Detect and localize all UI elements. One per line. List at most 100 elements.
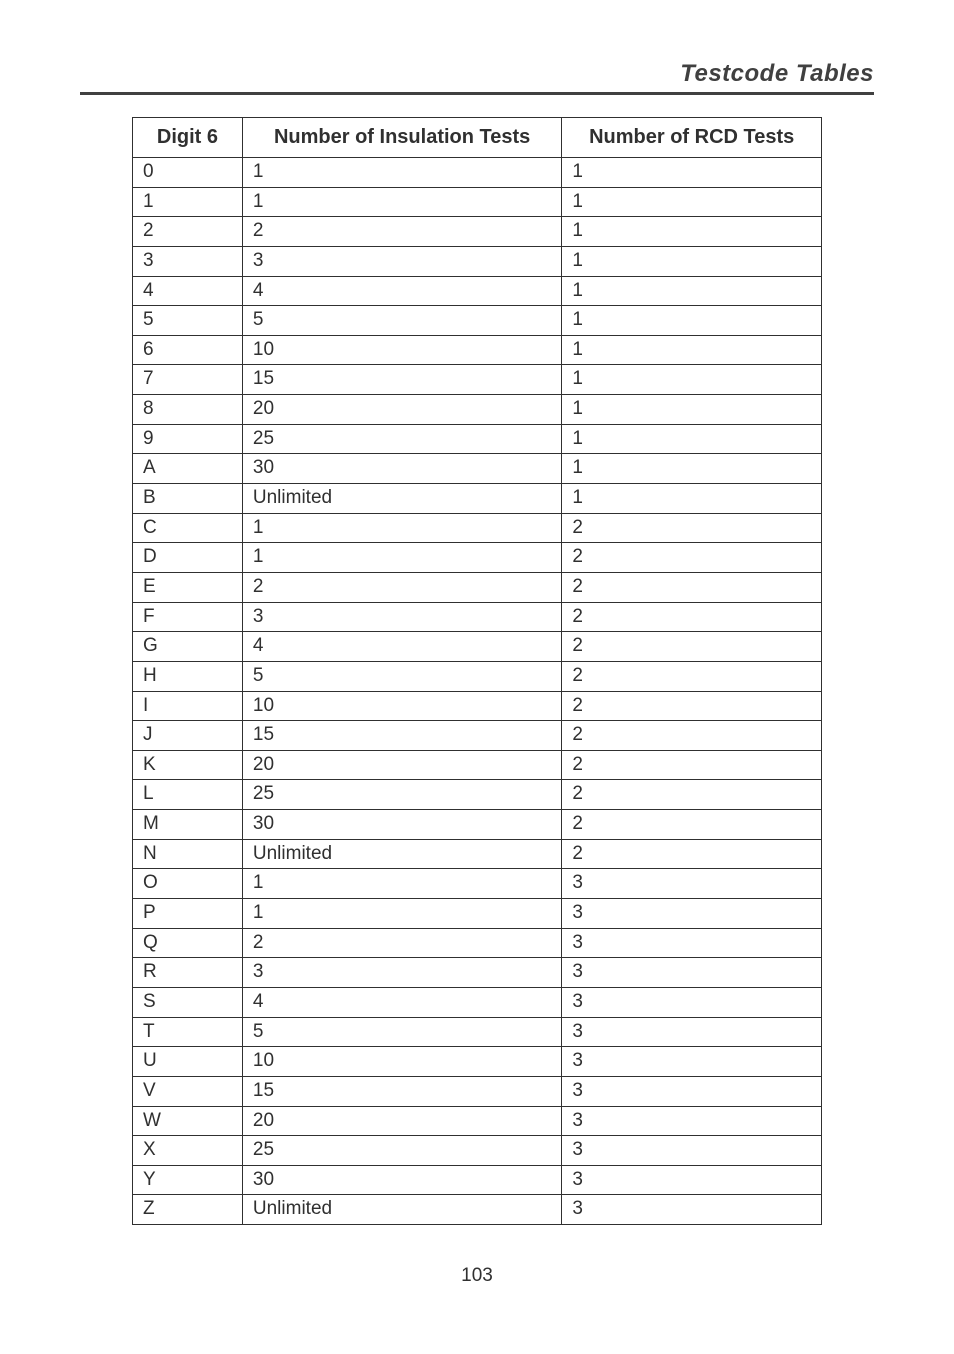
cell-insulation: 15 xyxy=(242,365,562,395)
cell-digit: 8 xyxy=(133,395,243,425)
table-row: F32 xyxy=(133,602,822,632)
cell-rcd: 2 xyxy=(562,661,822,691)
cell-rcd: 1 xyxy=(562,276,822,306)
cell-rcd: 2 xyxy=(562,721,822,751)
table-row: M302 xyxy=(133,810,822,840)
table-row: O13 xyxy=(133,869,822,899)
table-row: P13 xyxy=(133,899,822,929)
cell-rcd: 2 xyxy=(562,572,822,602)
cell-rcd: 3 xyxy=(562,987,822,1017)
cell-digit: 6 xyxy=(133,335,243,365)
cell-insulation: 25 xyxy=(242,1136,562,1166)
cell-digit: I xyxy=(133,691,243,721)
table-row: Q23 xyxy=(133,928,822,958)
cell-digit: H xyxy=(133,661,243,691)
cell-rcd: 1 xyxy=(562,306,822,336)
cell-insulation: 1 xyxy=(242,543,562,573)
cell-digit: Q xyxy=(133,928,243,958)
table-row: 6101 xyxy=(133,335,822,365)
table-row: 7151 xyxy=(133,365,822,395)
cell-digit: S xyxy=(133,987,243,1017)
cell-insulation: 3 xyxy=(242,602,562,632)
table-row: J152 xyxy=(133,721,822,751)
cell-insulation: 25 xyxy=(242,780,562,810)
cell-digit: T xyxy=(133,1017,243,1047)
cell-digit: C xyxy=(133,513,243,543)
cell-insulation: 5 xyxy=(242,1017,562,1047)
cell-rcd: 1 xyxy=(562,246,822,276)
table-row: NUnlimited2 xyxy=(133,839,822,869)
cell-insulation: 1 xyxy=(242,899,562,929)
table-row: 111 xyxy=(133,187,822,217)
cell-digit: Y xyxy=(133,1165,243,1195)
cell-digit: F xyxy=(133,602,243,632)
cell-digit: B xyxy=(133,484,243,514)
cell-digit: K xyxy=(133,750,243,780)
table-row: H52 xyxy=(133,661,822,691)
table-row: U103 xyxy=(133,1047,822,1077)
cell-rcd: 1 xyxy=(562,365,822,395)
table-row: L252 xyxy=(133,780,822,810)
cell-insulation: Unlimited xyxy=(242,1195,562,1225)
cell-rcd: 3 xyxy=(562,1076,822,1106)
cell-digit: D xyxy=(133,543,243,573)
table-row: A301 xyxy=(133,454,822,484)
table-row: C12 xyxy=(133,513,822,543)
cell-rcd: 2 xyxy=(562,810,822,840)
cell-insulation: 30 xyxy=(242,454,562,484)
table-row: T53 xyxy=(133,1017,822,1047)
cell-digit: E xyxy=(133,572,243,602)
cell-rcd: 2 xyxy=(562,780,822,810)
document-page: Testcode Tables Digit 6 Number of Insula… xyxy=(0,0,954,1327)
cell-insulation: 10 xyxy=(242,691,562,721)
header-insulation: Number of Insulation Tests xyxy=(242,118,562,158)
page-number: 103 xyxy=(80,1265,874,1287)
cell-insulation: 30 xyxy=(242,1165,562,1195)
table-row: Y303 xyxy=(133,1165,822,1195)
cell-rcd: 2 xyxy=(562,602,822,632)
cell-rcd: 3 xyxy=(562,1017,822,1047)
cell-digit: N xyxy=(133,839,243,869)
table-row: 8201 xyxy=(133,395,822,425)
table-row: 011 xyxy=(133,158,822,188)
cell-insulation: 15 xyxy=(242,1076,562,1106)
cell-rcd: 3 xyxy=(562,1195,822,1225)
cell-digit: 5 xyxy=(133,306,243,336)
cell-insulation: 5 xyxy=(242,306,562,336)
cell-digit: 2 xyxy=(133,217,243,247)
cell-insulation: 15 xyxy=(242,721,562,751)
cell-insulation: 3 xyxy=(242,246,562,276)
cell-insulation: 2 xyxy=(242,928,562,958)
cell-insulation: 30 xyxy=(242,810,562,840)
cell-digit: R xyxy=(133,958,243,988)
cell-digit: G xyxy=(133,632,243,662)
cell-insulation: 1 xyxy=(242,513,562,543)
cell-insulation: 1 xyxy=(242,158,562,188)
table-header-row: Digit 6 Number of Insulation Tests Numbe… xyxy=(133,118,822,158)
cell-digit: O xyxy=(133,869,243,899)
cell-digit: 0 xyxy=(133,158,243,188)
cell-rcd: 1 xyxy=(562,424,822,454)
cell-rcd: 1 xyxy=(562,187,822,217)
table-row: 9251 xyxy=(133,424,822,454)
header-digit: Digit 6 xyxy=(133,118,243,158)
cell-rcd: 3 xyxy=(562,928,822,958)
cell-digit: U xyxy=(133,1047,243,1077)
cell-rcd: 2 xyxy=(562,543,822,573)
cell-insulation: 20 xyxy=(242,1106,562,1136)
table-row: 331 xyxy=(133,246,822,276)
table-row: ZUnlimited3 xyxy=(133,1195,822,1225)
table-row: 441 xyxy=(133,276,822,306)
cell-rcd: 2 xyxy=(562,750,822,780)
cell-insulation: 25 xyxy=(242,424,562,454)
table-row: 551 xyxy=(133,306,822,336)
cell-digit: V xyxy=(133,1076,243,1106)
cell-rcd: 2 xyxy=(562,632,822,662)
testcode-table: Digit 6 Number of Insulation Tests Numbe… xyxy=(132,117,822,1225)
cell-digit: 1 xyxy=(133,187,243,217)
page-title: Testcode Tables xyxy=(80,60,874,95)
table-row: I102 xyxy=(133,691,822,721)
cell-digit: 7 xyxy=(133,365,243,395)
cell-insulation: 1 xyxy=(242,869,562,899)
cell-insulation: 1 xyxy=(242,187,562,217)
